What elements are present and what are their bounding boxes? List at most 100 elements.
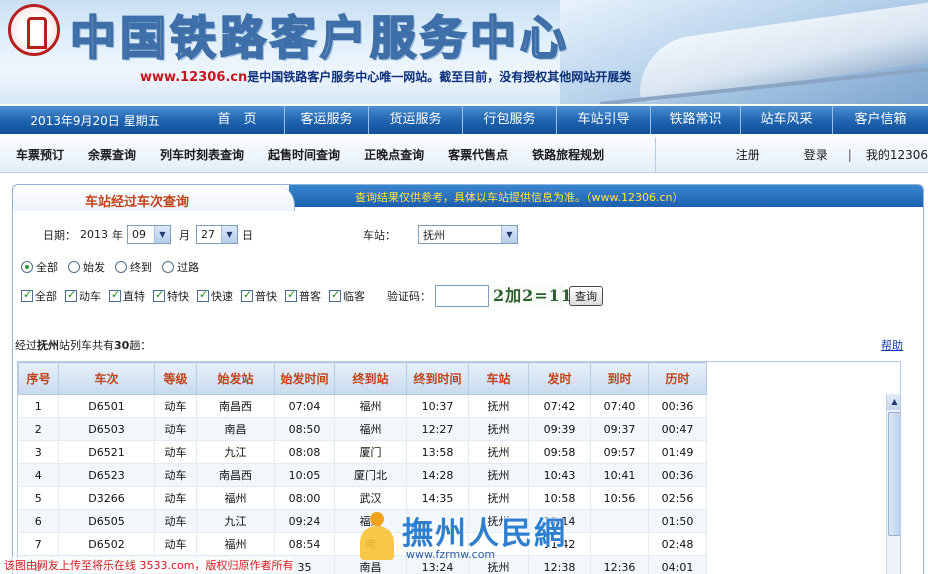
table-cell: 07:42 bbox=[528, 394, 591, 418]
col-header-class[interactable]: 等级 bbox=[154, 362, 197, 395]
check-ordinary-fast[interactable]: 普快 bbox=[241, 288, 277, 304]
col-header-origin-time[interactable]: 始发时间 bbox=[274, 362, 335, 395]
check-express[interactable]: 特快 bbox=[153, 288, 189, 304]
scrollbar-thumb[interactable] bbox=[888, 412, 900, 536]
radio-origin[interactable]: 始发 bbox=[68, 259, 105, 275]
nav-item-railway-knowledge[interactable]: 铁路常识 bbox=[650, 106, 740, 134]
table-cell bbox=[590, 509, 649, 533]
date-station-row: 日期： 2013 年 09 ▼ 月 27 ▼ 日 车站： 抚州 ▼ bbox=[43, 225, 518, 244]
watermark-url: www.fzrmw.com bbox=[406, 548, 496, 561]
col-header-station[interactable]: 车站 bbox=[468, 362, 529, 395]
captcha-input[interactable] bbox=[435, 285, 489, 307]
slogan-domain: www.12306.cn bbox=[140, 70, 248, 85]
table-row[interactable]: 4 D6523 动车 南昌西 10:05 厦门北 14:28 抚州 10:43 10:41 00:3… bbox=[18, 463, 707, 487]
check-all[interactable]: 全部 bbox=[21, 288, 57, 304]
banner-title: 中国铁路客户服务中心 bbox=[69, 10, 570, 66]
month-unit: 月 bbox=[179, 228, 190, 242]
table-cell: 08:54 bbox=[274, 532, 335, 556]
col-header-train[interactable]: 车次 bbox=[58, 362, 155, 395]
chevron-down-icon: ▼ bbox=[154, 226, 170, 243]
table-cell: 08:00 bbox=[274, 486, 335, 510]
login-link[interactable]: 登录 bbox=[804, 146, 828, 163]
captcha-image[interactable]: 2加2=11 bbox=[493, 285, 572, 307]
table-cell: 3 bbox=[18, 440, 59, 464]
table-cell: D6505 bbox=[58, 509, 155, 533]
check-emu[interactable]: 动车 bbox=[65, 288, 101, 304]
table-cell: 动车 bbox=[154, 417, 197, 441]
table-cell: D6503 bbox=[58, 417, 155, 441]
nav-item-home[interactable]: 首 页 bbox=[190, 106, 284, 134]
my-account-link[interactable]: 我的12306 bbox=[866, 146, 928, 163]
table-cell: 抚州 bbox=[468, 463, 529, 487]
check-ordinary[interactable]: 普客 bbox=[285, 288, 321, 304]
col-header-terminal-time[interactable]: 终到时间 bbox=[406, 362, 469, 395]
checkbox-icon bbox=[65, 288, 77, 302]
subnav-timetable[interactable]: 列车时刻表查询 bbox=[144, 146, 252, 163]
nav-item-freight[interactable]: 货运服务 bbox=[368, 106, 462, 134]
table-cell: 14:35 bbox=[406, 486, 469, 510]
table-cell: 09:58 bbox=[528, 440, 591, 464]
col-header-duration[interactable]: 历时 bbox=[648, 362, 707, 395]
table-cell: 02:56 bbox=[648, 486, 707, 510]
table-cell: 武汉 bbox=[334, 486, 407, 510]
checkbox-icon bbox=[21, 288, 33, 302]
subnav-agency[interactable]: 客票代售点 bbox=[432, 146, 516, 163]
sub-nav: 车票预订 余票查询 列车时刻表查询 起售时间查询 正晚点查询 客票代售点 铁路旅… bbox=[0, 136, 928, 173]
station-select[interactable]: 抚州 ▼ bbox=[418, 225, 518, 244]
col-header-depart[interactable]: 发时 bbox=[528, 362, 591, 395]
table-row[interactable]: 3 D6521 动车 九江 08:08 厦门 13:58 抚州 09:58 09:57 01:49 bbox=[18, 440, 707, 464]
subnav-remaining-tickets[interactable]: 余票查询 bbox=[72, 146, 144, 163]
check-fast[interactable]: 快速 bbox=[197, 288, 233, 304]
site-banner: 中国铁路客户服务中心 www.12306.cn是中国铁路客户服务中心唯一网站。截… bbox=[0, 0, 928, 104]
register-link[interactable]: 注册 bbox=[736, 146, 760, 163]
check-temporary[interactable]: 临客 bbox=[329, 288, 365, 304]
subnav-sale-time[interactable]: 起售时间查询 bbox=[252, 146, 348, 163]
table-scrollbar[interactable]: ▲ bbox=[886, 394, 900, 574]
nav-item-station-guide[interactable]: 车站引导 bbox=[556, 106, 650, 134]
nav-item-passenger[interactable]: 客运服务 bbox=[284, 106, 368, 134]
radio-all[interactable]: 全部 bbox=[21, 259, 58, 275]
help-link[interactable]: 帮助 bbox=[881, 337, 903, 353]
col-header-arrive[interactable]: 到时 bbox=[590, 362, 649, 395]
radio-terminal[interactable]: 终到 bbox=[115, 259, 152, 275]
query-button[interactable]: 查询 bbox=[569, 286, 603, 306]
chevron-up-icon[interactable]: ▲ bbox=[887, 394, 900, 410]
nav-item-parcel[interactable]: 行包服务 bbox=[462, 106, 556, 134]
day-select[interactable]: 27 ▼ bbox=[196, 225, 238, 244]
subnav-ticket-booking[interactable]: 车票预订 bbox=[0, 146, 72, 163]
col-header-terminal[interactable]: 终到站 bbox=[334, 362, 407, 395]
table-cell: 福州 bbox=[334, 417, 407, 441]
table-cell: 厦门 bbox=[334, 440, 407, 464]
table-cell: 福州 bbox=[196, 532, 275, 556]
col-header-origin[interactable]: 始发站 bbox=[196, 362, 275, 395]
checkbox-icon bbox=[241, 288, 253, 302]
table-cell: 动车 bbox=[154, 509, 197, 533]
checkbox-icon bbox=[153, 288, 165, 302]
nav-item-station-style[interactable]: 站车风采 bbox=[740, 106, 832, 134]
year-unit: 年 bbox=[112, 228, 123, 242]
table-cell: 抚州 bbox=[468, 486, 529, 510]
summary-station: 抚州 bbox=[37, 339, 59, 352]
slogan-text: 是中国铁路客户服务中心唯一网站。截至目前，没有授权其他网站开展类 bbox=[247, 70, 632, 84]
table-row[interactable]: 2 D6503 动车 南昌 08:50 福州 12:27 抚州 09:39 09:37 00:47 bbox=[18, 417, 707, 441]
checkbox-icon bbox=[329, 288, 341, 302]
table-cell: 10:41 bbox=[590, 463, 649, 487]
day-unit: 日 bbox=[242, 228, 253, 242]
table-row[interactable]: 1 D6501 动车 南昌西 07:04 福州 10:37 抚州 07:42 07:40 00:36 bbox=[18, 394, 707, 418]
table-cell: 10:37 bbox=[406, 394, 469, 418]
table-cell: 10:56 bbox=[590, 486, 649, 510]
subnav-delay-query[interactable]: 正晚点查询 bbox=[348, 146, 432, 163]
col-header-seq[interactable]: 序号 bbox=[18, 362, 59, 395]
check-direct-express[interactable]: 直特 bbox=[109, 288, 145, 304]
table-cell: 九江 bbox=[196, 509, 275, 533]
radio-icon bbox=[68, 261, 80, 273]
checkbox-icon bbox=[109, 288, 121, 302]
nav-item-mailbox[interactable]: 客户信箱 bbox=[832, 106, 928, 134]
month-select[interactable]: 09 ▼ bbox=[127, 225, 171, 244]
radio-passing[interactable]: 过路 bbox=[162, 259, 199, 275]
table-cell: 动车 bbox=[154, 532, 197, 556]
subnav-trip-planner[interactable]: 铁路旅程规划 bbox=[516, 146, 612, 163]
table-row[interactable]: 5 D3266 动车 福州 08:00 武汉 14:35 抚州 10:58 10:56 02:56 bbox=[18, 486, 707, 510]
chevron-down-icon: ▼ bbox=[501, 226, 517, 243]
table-cell: 04:01 bbox=[648, 555, 707, 574]
